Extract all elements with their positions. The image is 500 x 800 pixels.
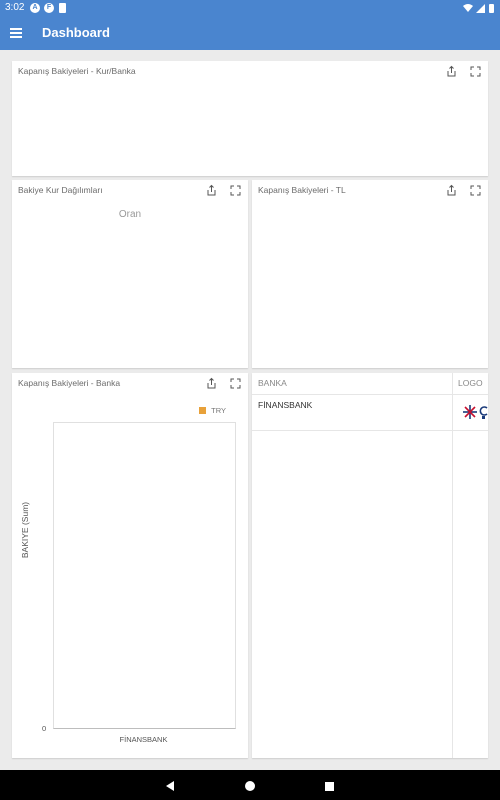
app-bar: Dashboard (0, 16, 500, 50)
notification-f-icon: F (44, 3, 54, 13)
system-navigation-bar (0, 770, 500, 800)
fullscreen-icon[interactable] (229, 184, 242, 197)
back-icon[interactable] (165, 779, 175, 797)
legend-label: TRY (211, 406, 226, 415)
app-title: Dashboard (42, 25, 110, 40)
status-time: 3:02 (5, 2, 25, 13)
share-icon[interactable] (205, 184, 218, 197)
share-icon[interactable] (445, 65, 458, 78)
battery-icon (489, 4, 494, 13)
card-kur-dagilimlari: Bakiye Kur Dağılımları Oran (12, 180, 248, 368)
card-title: Kapanış Bakiyeleri - Banka (18, 378, 121, 388)
status-indicators (462, 2, 496, 14)
notification-a-icon: A (30, 3, 40, 13)
card-tl: Kapanış Bakiyeleri - TL (252, 180, 488, 368)
card-banka-table: BANKA LOGO FİNANSBANK (252, 373, 488, 758)
hamburger-menu-icon[interactable] (9, 25, 25, 41)
y-tick-label: 0 (42, 724, 47, 733)
card-title: Kapanış Bakiyeleri - Kur/Banka (18, 66, 136, 76)
pie-center-label: Oran (118, 209, 142, 220)
column-header-banka[interactable]: BANKA (258, 378, 287, 388)
sd-card-icon (59, 3, 66, 13)
card-kur-banka: Kapanış Bakiyeleri - Kur/Banka (12, 61, 488, 176)
chart-legend: TRY (199, 406, 226, 415)
recents-icon[interactable] (324, 779, 335, 797)
signal-icon (476, 4, 485, 13)
plot-area (53, 422, 236, 729)
x-tick-label: FİNANSBANK (119, 735, 168, 744)
qnb-finansbank-logo (461, 403, 488, 421)
fullscreen-icon[interactable] (229, 377, 242, 390)
card-actions (438, 184, 482, 198)
y-axis-label: BAKIYE (Sum) (20, 501, 30, 559)
table-row[interactable]: FİNANSBANK (252, 395, 488, 431)
home-icon[interactable] (244, 779, 256, 797)
card-actions (438, 65, 482, 79)
fullscreen-icon[interactable] (469, 65, 482, 78)
status-bar: 3:02 A F (0, 0, 500, 16)
share-icon[interactable] (445, 184, 458, 197)
card-banka-chart: Kapanış Bakiyeleri - Banka TRY BAKIYE (S… (12, 373, 248, 758)
card-actions (198, 377, 242, 391)
legend-swatch (199, 407, 207, 414)
fullscreen-icon[interactable] (469, 184, 482, 197)
card-title: Bakiye Kur Dağılımları (18, 185, 103, 195)
wifi-icon (463, 4, 473, 12)
column-header-logo[interactable]: LOGO (458, 378, 483, 388)
share-icon[interactable] (205, 377, 218, 390)
cell-banka: FİNANSBANK (258, 400, 313, 410)
card-title: Kapanış Bakiyeleri - TL (258, 185, 346, 195)
card-actions (198, 184, 242, 198)
